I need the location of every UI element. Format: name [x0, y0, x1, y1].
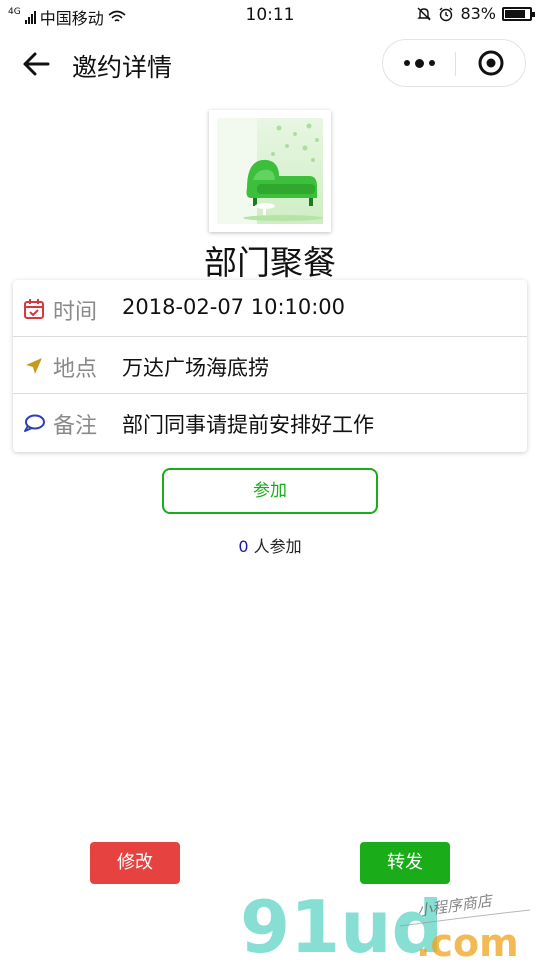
attendee-suffix: 人参加: [248, 537, 302, 556]
arrow-left-icon: [23, 52, 50, 76]
calendar-icon: [24, 299, 44, 319]
status-bar: 4G 中国移动 10:11 83%: [0, 0, 540, 30]
event-cover-image: [209, 110, 331, 232]
page-title: 邀约详情: [72, 53, 173, 82]
battery-level: [505, 9, 525, 18]
battery-percent: 83%: [460, 4, 496, 23]
watermark-domain: .com: [416, 921, 519, 960]
location-value: 万达广场海底捞: [122, 356, 269, 380]
info-row-location: 地点 万达广场海底捞: [13, 337, 527, 394]
location-arrow-icon: [26, 358, 42, 374]
attendance-count: 0 人参加: [0, 533, 540, 557]
target-close-icon: [478, 50, 504, 76]
info-row-note: 备注 部门同事请提前安排好工作: [13, 394, 527, 451]
more-dot-icon: [414, 58, 424, 68]
event-info-card: 时间 2018-02-07 10:10:00 地点 万达广场海底捞 备注 部门同…: [13, 280, 527, 452]
battery-icon: [502, 6, 535, 21]
info-row-time: 时间 2018-02-07 10:10:00: [13, 280, 527, 337]
note-value: 部门同事请提前安排好工作: [122, 413, 374, 437]
nav-bar: 邀约详情: [0, 30, 540, 98]
event-title: 部门聚餐: [204, 243, 336, 282]
green-sofa-image: [217, 118, 323, 224]
site-watermark-logo: 91ud .com 小程序商店: [240, 885, 531, 960]
close-button[interactable]: [455, 40, 527, 86]
attendee-number: 0: [238, 537, 249, 556]
more-button[interactable]: [383, 40, 455, 86]
status-right: 83%: [416, 4, 535, 23]
time-value: 2018-02-07 10:10:00: [122, 295, 346, 319]
note-label: 备注: [53, 414, 98, 439]
alarm-icon: [439, 7, 453, 21]
edit-button[interactable]: 修改: [90, 842, 180, 884]
mini-program-capsule: [382, 39, 526, 87]
more-dot-icon: [428, 60, 435, 66]
watermark-brand: 91ud: [240, 885, 443, 960]
time-label: 时间: [53, 300, 98, 325]
bell-muted-icon: [417, 7, 432, 20]
join-button[interactable]: 参加: [162, 468, 378, 514]
more-dot-icon: [403, 60, 410, 66]
location-label: 地点: [53, 357, 98, 382]
comment-icon: [24, 414, 45, 432]
share-button[interactable]: 转发: [360, 842, 450, 884]
back-button[interactable]: [18, 46, 54, 82]
